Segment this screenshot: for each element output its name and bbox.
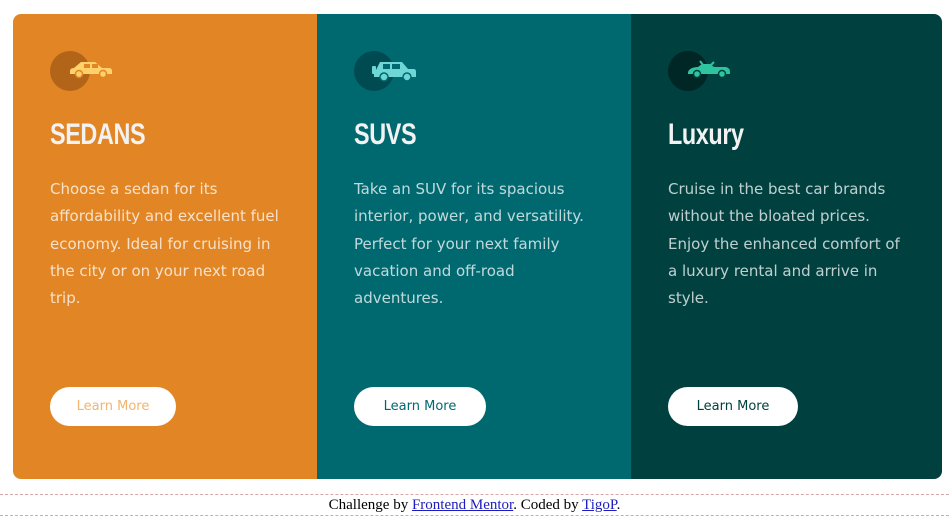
attribution-footer: Challenge by Frontend Mentor. Coded by T… — [0, 494, 949, 516]
card-title: SUVS — [354, 118, 417, 151]
attribution-prefix: Challenge by — [328, 497, 412, 513]
attribution-middle: . Coded by — [513, 497, 583, 513]
card-description: Choose a sedan for its affordability and… — [50, 180, 279, 308]
car-cards-container: SEDANS Choose a sedan for its affordabil… — [13, 14, 942, 479]
attribution-suffix: . — [616, 497, 621, 513]
suv-car-icon — [354, 51, 424, 91]
card-title: Luxury — [668, 118, 744, 151]
luxury-car-icon — [668, 51, 738, 91]
learn-more-button-suvs[interactable]: Learn More — [354, 387, 486, 426]
sedan-car-icon — [50, 51, 120, 91]
author-link[interactable]: TigoP — [582, 497, 616, 513]
learn-more-button-sedans[interactable]: Learn More — [50, 387, 176, 426]
card-sedans: SEDANS Choose a sedan for its affordabil… — [13, 14, 317, 479]
card-description: Cruise in the best car brands without th… — [668, 180, 900, 308]
card-description: Take an SUV for its spacious interior, p… — [354, 180, 584, 308]
frontend-mentor-link[interactable]: Frontend Mentor — [412, 497, 513, 513]
card-suvs: SUVS Take an SUV for its spacious interi… — [317, 14, 631, 479]
learn-more-button-luxury[interactable]: Learn More — [668, 387, 798, 426]
card-luxury: Luxury Cruise in the best car brands wit… — [631, 14, 942, 479]
card-title: SEDANS — [50, 118, 146, 151]
